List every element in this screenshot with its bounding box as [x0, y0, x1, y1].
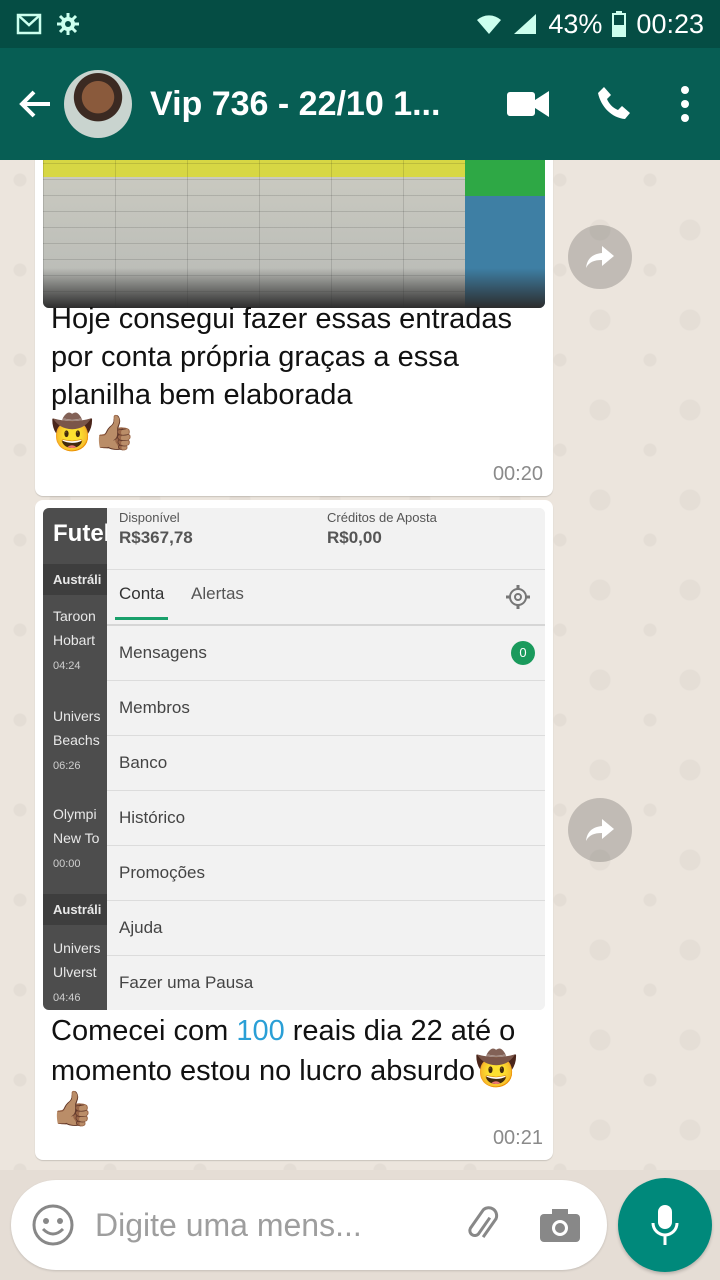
message-time: 00:21 — [492, 1127, 543, 1149]
camera-icon[interactable] — [539, 1207, 581, 1243]
tab-alertas: Alertas — [191, 584, 244, 603]
menu-item-label: Mensagens — [119, 643, 207, 662]
chat-area[interactable]: Hoje consegui fazer essas entradas por c… — [0, 160, 720, 1170]
match-time: 04:24 — [53, 660, 81, 672]
menu-item-label: Promoções — [119, 863, 205, 882]
battery-percent: 43% — [548, 8, 603, 39]
message-bubble[interactable]: Hoje consegui fazer essas entradas por c… — [35, 160, 553, 496]
match-team: Ulverst — [53, 964, 97, 980]
forward-icon — [586, 246, 614, 268]
mic-button[interactable] — [618, 1178, 712, 1272]
match-time: 00:00 — [53, 858, 81, 870]
arrow-left-icon — [19, 90, 50, 118]
message-body: Hoje consegui fazer essas entradas por c… — [51, 303, 513, 411]
menu-item-label: Ajuda — [119, 918, 163, 937]
match-team: Univers — [53, 708, 101, 724]
signal-icon — [514, 14, 537, 34]
account-tabs: Conta Alertas — [107, 570, 545, 626]
message-number-link[interactable]: 100 — [236, 1015, 284, 1047]
wifi-icon — [477, 15, 502, 34]
battery-icon — [612, 11, 627, 37]
chat-title[interactable]: Vip 736 - 22/10 1... — [150, 85, 460, 124]
betting-app-screenshot[interactable]: Futel Austráli Taroon Hobart 04:24 Univers… — [43, 508, 545, 1010]
credits-value: R$0,00 — [327, 528, 382, 547]
forward-icon — [586, 819, 614, 841]
sidebar-category: Austráli — [43, 564, 107, 595]
menu-item-promocoes: Promoções — [107, 846, 545, 901]
back-button[interactable] — [8, 48, 64, 160]
phone-call-icon[interactable] — [596, 85, 634, 123]
match-time: 06:26 — [53, 760, 81, 772]
available-value: R$367,78 — [119, 528, 193, 547]
message-composer: Digite uma mens... — [11, 1180, 607, 1270]
message-emoji: 🤠👍🏽 — [51, 414, 136, 452]
emoji-icon[interactable] — [31, 1203, 75, 1247]
available-label: Disponível — [119, 510, 180, 525]
settings-notification-icon — [57, 13, 79, 35]
menu-item-label: Membros — [119, 698, 190, 717]
menu-item-membros: Membros — [107, 681, 545, 736]
microphone-icon — [651, 1205, 679, 1245]
message-text: Hoje consegui fazer essas entradas por c… — [51, 300, 541, 454]
menu-item-label: Banco — [119, 753, 168, 772]
menu-item-banco: Banco — [107, 736, 545, 791]
match-time: 04:46 — [53, 992, 81, 1004]
menu-item-label: Histórico — [119, 808, 186, 827]
match-item: Univers Ulverst 04:46 — [53, 936, 100, 1010]
message-input[interactable]: Digite uma mens... — [95, 1207, 415, 1244]
menu-item-historico: Histórico — [107, 791, 545, 846]
match-team: Univers — [53, 940, 101, 956]
spreadsheet-photo[interactable] — [43, 160, 545, 308]
gear-icon — [506, 585, 530, 609]
match-team: Hobart — [53, 632, 96, 648]
avatar[interactable] — [64, 70, 132, 138]
forward-button[interactable] — [568, 225, 632, 289]
menu-item-mensagens: Mensagens 0 — [107, 626, 545, 681]
match-team: Beachs — [53, 732, 100, 748]
attach-icon[interactable] — [463, 1205, 503, 1245]
credits-label: Créditos de Aposta — [327, 510, 437, 525]
sidebar-category: Austráli — [43, 894, 107, 925]
menu-item-pausa: Fazer uma Pausa — [107, 956, 545, 1010]
match-team: Olympi — [53, 806, 97, 822]
menu-item-label: Fazer uma Pausa — [119, 973, 254, 992]
match-item: Taroon Hobart 04:24 — [53, 604, 96, 678]
sports-sidebar: Futel Austráli Taroon Hobart 04:24 Univers… — [43, 508, 111, 1010]
message-body-start: Comecei com — [51, 1015, 237, 1047]
balance-header: Disponível R$367,78 Créditos de Aposta R… — [107, 508, 545, 570]
menu-item-ajuda: Ajuda — [107, 901, 545, 956]
clock: 00:23 — [636, 8, 704, 39]
forward-button[interactable] — [568, 798, 632, 862]
status-bar: 43% 00:23 — [0, 0, 720, 48]
message-bubble[interactable]: Futel Austráli Taroon Hobart 04:24 Univers… — [35, 500, 553, 1160]
chat-header: Vip 736 - 22/10 1... — [0, 48, 720, 160]
match-item: Univers Beachs 06:26 — [53, 704, 100, 778]
messages-badge: 0 — [511, 641, 535, 665]
sidebar-brand: Futel — [53, 520, 111, 547]
message-time: 00:20 — [492, 463, 543, 485]
gmail-icon — [16, 13, 42, 35]
account-panel: Disponível R$367,78 Créditos de Aposta R… — [107, 508, 545, 1010]
match-team: New To — [53, 830, 100, 846]
match-team: Taroon — [53, 608, 96, 624]
video-call-icon[interactable] — [506, 89, 550, 119]
more-options-icon[interactable] — [680, 86, 690, 122]
message-text: Comecei com 100 reais dia 22 até o momen… — [51, 1012, 541, 1130]
match-item: Olympi New To 00:00 — [53, 802, 99, 876]
tab-conta: Conta — [114, 584, 169, 620]
